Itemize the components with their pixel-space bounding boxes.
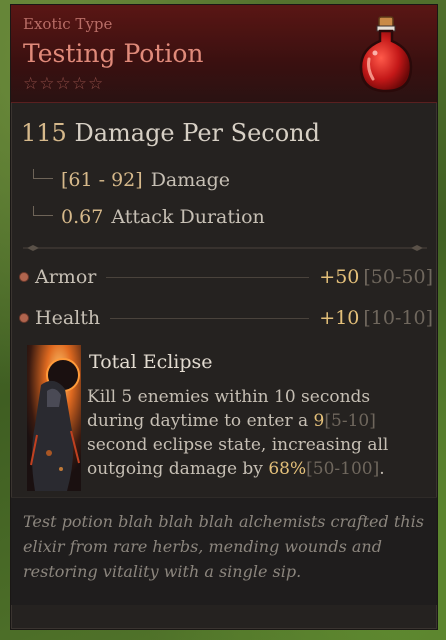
- stat-bonus: +10: [319, 307, 360, 329]
- ability-title: Total Eclipse: [89, 351, 213, 373]
- tree-connector-icon: [33, 169, 53, 179]
- eclipse-ability-icon: [27, 345, 81, 491]
- flavor-text: Test potion blah blah blah alchemists cr…: [23, 512, 424, 581]
- stat-label: Armor: [35, 266, 97, 288]
- ornamental-divider: [23, 245, 427, 251]
- stat-range: [10-10]: [363, 307, 433, 329]
- attack-duration-label: Attack Duration: [111, 206, 265, 228]
- star-rating: ☆☆☆☆☆: [23, 74, 105, 94]
- attack-duration-row: 0.67 Attack Duration: [33, 206, 265, 228]
- stat-row-armor: Armor +50 [50-50]: [19, 265, 433, 289]
- stat-leader-line: [106, 276, 310, 278]
- tooltip-header: Exotic Type Testing Potion ☆☆☆☆☆: [11, 5, 437, 103]
- stat-label: Health: [35, 307, 101, 329]
- stat-bullet-icon: [19, 313, 29, 323]
- item-rarity: Exotic Type: [23, 15, 113, 33]
- stat-row-health: Health +10 [10-10]: [19, 306, 433, 330]
- item-tooltip: Exotic Type Testing Potion ☆☆☆☆☆ 115 Dam…: [10, 4, 438, 630]
- dps-label: Damage Per Second: [74, 119, 320, 147]
- stat-bullet-icon: [19, 272, 29, 282]
- ability-range: [5-10]: [324, 411, 376, 431]
- attack-duration-value: 0.67: [61, 206, 104, 228]
- ability-highlight-value: 9: [313, 411, 325, 431]
- stat-bonus: +50: [319, 266, 360, 288]
- red-potion-icon: [359, 16, 413, 93]
- ability-description: Kill 5 enemies within 10 seconds during …: [87, 385, 423, 481]
- damage-range-label: Damage: [150, 169, 230, 191]
- ability-range: [50-100]: [306, 459, 380, 479]
- ability-text: .: [379, 459, 385, 479]
- stat-leader-line: [110, 317, 310, 319]
- damage-range-value: [61 - 92]: [61, 169, 143, 191]
- stat-range: [50-50]: [363, 266, 433, 288]
- item-name: Testing Potion: [23, 39, 204, 68]
- dps-line: 115 Damage Per Second: [21, 119, 320, 147]
- tree-connector-icon: [33, 206, 53, 216]
- ability-highlight-value: 68%: [268, 459, 307, 479]
- damage-range-row: [61 - 92] Damage: [33, 169, 230, 191]
- dps-value: 115: [21, 119, 67, 147]
